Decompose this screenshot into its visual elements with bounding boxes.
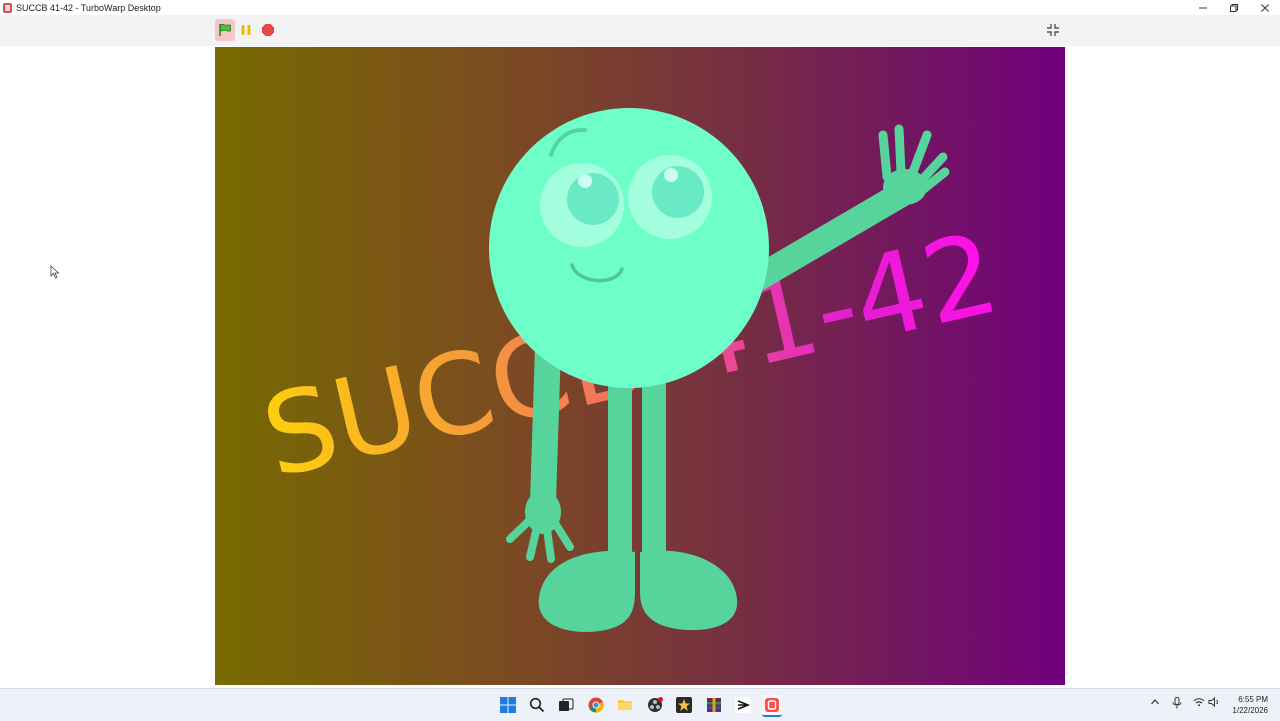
minimize-button[interactable] [1187, 0, 1218, 15]
stage-canvas: SUCCB 41-42 [252, 108, 1009, 632]
chevron-up-icon[interactable] [1150, 697, 1160, 707]
window-controls [1187, 0, 1280, 15]
volume-icon[interactable] [1208, 697, 1220, 707]
winrar-icon [707, 698, 721, 712]
capcut-button[interactable] [733, 695, 753, 715]
task-view-button[interactable] [556, 695, 576, 715]
character-head [489, 108, 769, 388]
exit-fullscreen-button[interactable] [1043, 19, 1063, 41]
restore-icon [1229, 3, 1238, 12]
project-stage[interactable]: SUCCB 41-42 [215, 47, 1065, 685]
taskbar-clock[interactable]: 6:55 PM 1/22/2026 [1232, 694, 1268, 716]
chrome-button[interactable] [586, 695, 606, 715]
window-title: SUCCB 41-42 - TurboWarp Desktop [16, 2, 161, 13]
clock-date: 1/22/2026 [1232, 706, 1268, 715]
close-icon [1260, 3, 1269, 12]
character-left-hand [506, 490, 574, 563]
exit-fullscreen-icon [1047, 24, 1059, 36]
wifi-icon[interactable] [1193, 697, 1205, 707]
search-icon [529, 697, 545, 713]
obs-button[interactable] [645, 695, 665, 715]
start-button[interactable] [498, 695, 518, 715]
stop-button[interactable] [258, 19, 278, 41]
chrome-icon [588, 697, 604, 713]
character-left-eye-pupil [567, 173, 619, 225]
clock-time: 6:55 PM [1238, 695, 1268, 704]
turbowarp-icon [765, 698, 779, 712]
search-button[interactable] [527, 695, 547, 715]
file-explorer-button[interactable] [615, 695, 635, 715]
green-flag-icon [219, 23, 231, 36]
character-left-arm [530, 334, 561, 515]
winrar-button[interactable] [704, 695, 724, 715]
character-right-eye-shine [664, 168, 678, 182]
turbowarp-app-icon [3, 2, 12, 13]
character-right-eye-pupil [652, 166, 704, 218]
windows-taskbar: 6:55 PM 1/22/2026 [0, 688, 1280, 721]
close-button[interactable] [1249, 0, 1280, 15]
file-explorer-icon [618, 700, 632, 710]
character-right-hand [878, 124, 950, 205]
microphone-icon[interactable] [1172, 697, 1182, 709]
restore-button[interactable] [1218, 0, 1249, 15]
character-left-foot [538, 550, 635, 632]
stop-icon [262, 24, 274, 36]
app-star-icon [676, 697, 692, 713]
mouse-cursor-icon [50, 265, 60, 279]
minimize-icon [1198, 7, 1207, 8]
obs-icon [648, 697, 663, 712]
character-left-eye-shine [578, 174, 592, 188]
title-bar: SUCCB 41-42 - TurboWarp Desktop [0, 0, 1280, 15]
pause-icon [241, 25, 251, 35]
windows-start-icon [500, 697, 516, 713]
pause-button[interactable] [236, 19, 256, 41]
task-view-icon [559, 698, 574, 711]
character-right-foot [640, 550, 738, 631]
project-controls-bar [0, 15, 1280, 46]
turbowarp-taskbar-button[interactable] [762, 695, 782, 717]
green-flag-button[interactable] [215, 19, 235, 41]
star-app-button[interactable] [674, 695, 694, 715]
capcut-icon [735, 697, 751, 713]
